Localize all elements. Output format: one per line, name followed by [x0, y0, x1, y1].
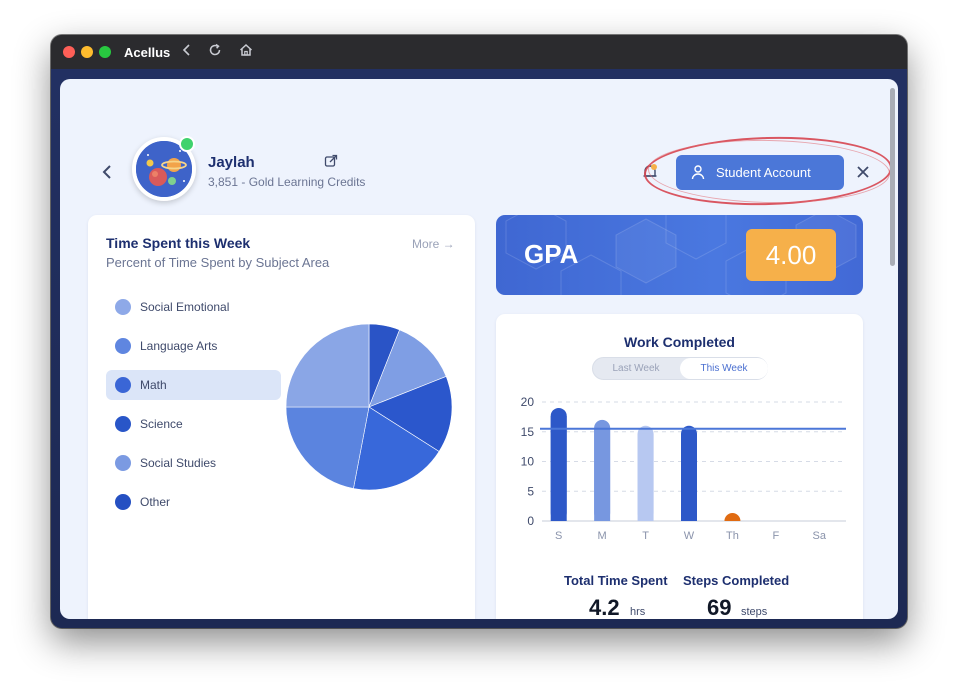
legend-label: Social Emotional — [140, 300, 230, 314]
y-tick-label: 0 — [527, 514, 534, 528]
back-arrow-icon[interactable] — [181, 42, 193, 61]
week-toggle: Last Week This Week — [592, 357, 768, 380]
x-tick-label: S — [555, 530, 562, 542]
x-tick-label: Th — [726, 530, 739, 542]
legend-color-dot — [115, 455, 131, 471]
legend-color-dot — [115, 299, 131, 315]
legend-item[interactable]: Social Studies — [106, 448, 281, 478]
last-week-tab[interactable]: Last Week — [593, 358, 679, 379]
total-time-label: Total Time Spent — [564, 573, 668, 588]
gpa-card: GPA 4.00 — [496, 215, 863, 295]
total-time-unit: hrs — [630, 606, 646, 618]
y-tick-label: 15 — [521, 425, 535, 439]
legend-label: Language Arts — [140, 339, 218, 353]
legend-item[interactable]: Social Emotional — [106, 292, 281, 322]
work-completed-title: Work Completed — [624, 334, 735, 350]
legend-label: Social Studies — [140, 456, 217, 470]
steps-completed-value: 69 — [707, 595, 732, 619]
bar-body — [550, 415, 567, 521]
learning-credits: 3,851 - Gold Learning Credits — [208, 175, 366, 189]
gpa-value: 4.00 — [746, 229, 836, 281]
steps-completed-label: Steps Completed — [683, 573, 790, 588]
legend-item[interactable]: Science — [106, 409, 281, 439]
app-title: Acellus — [124, 45, 171, 60]
work-completed-bar-chart: 0 5 10 15 20 S M T W Th F Sa — [521, 395, 846, 542]
legend-label: Math — [140, 378, 167, 392]
this-week-tab[interactable]: This Week — [680, 358, 768, 379]
gpa-label: GPA — [524, 239, 579, 269]
total-time-value: 4.2 — [589, 595, 620, 619]
scrollbar[interactable] — [890, 88, 895, 266]
legend-label: Other — [140, 495, 171, 509]
more-link[interactable]: More → — [412, 237, 455, 251]
x-tick-label: F — [772, 530, 779, 542]
home-icon[interactable] — [238, 42, 254, 61]
back-button[interactable] — [99, 161, 117, 183]
user-icon — [690, 164, 706, 180]
work-completed-card: Work Completed Last Week This Week 0 5 10 1… — [496, 314, 863, 619]
time-spent-pie-chart — [285, 323, 453, 491]
online-status-indicator — [179, 136, 195, 152]
bar-body — [637, 433, 654, 521]
time-spent-subtitle: Percent of Time Spent by Subject Area — [106, 255, 330, 270]
legend-color-dot — [115, 338, 131, 354]
close-window-button[interactable] — [63, 46, 75, 58]
legend-item[interactable]: Other — [106, 487, 281, 517]
time-spent-title: Time Spent this Week — [106, 235, 251, 251]
bar-body — [594, 427, 611, 521]
user-name: Jaylah — [208, 154, 255, 171]
student-account-button[interactable]: Student Account — [676, 155, 844, 190]
bar[interactable] — [724, 513, 741, 521]
y-tick-label: 20 — [521, 395, 535, 409]
y-tick-label: 10 — [521, 455, 535, 469]
y-tick-label: 5 — [527, 484, 534, 498]
notification-bell-icon[interactable] — [642, 163, 658, 181]
legend-item[interactable]: Math — [106, 370, 281, 400]
x-tick-label: Sa — [813, 530, 827, 542]
legend-label: Science — [140, 417, 183, 431]
legend-color-dot — [115, 494, 131, 510]
maximize-window-button[interactable] — [99, 46, 111, 58]
steps-completed-unit: steps — [741, 606, 768, 618]
legend-item[interactable]: Language Arts — [106, 331, 281, 361]
dashboard-panel: Jaylah 3,851 - Gold Learning Credits Stu… — [60, 79, 898, 619]
bar-body — [681, 433, 697, 521]
x-tick-label: T — [642, 530, 649, 542]
reload-icon[interactable] — [207, 42, 223, 61]
app-window: Acellus Jaylah 3,851 - Gold Learning Cre… — [51, 35, 907, 628]
legend-color-dot — [115, 377, 131, 393]
time-spent-card: Time Spent this Week Percent of Time Spe… — [88, 215, 475, 619]
title-bar: Acellus — [51, 35, 907, 69]
student-account-label: Student Account — [716, 165, 811, 180]
x-tick-label: M — [598, 530, 607, 542]
minimize-window-button[interactable] — [81, 46, 93, 58]
legend-color-dot — [115, 416, 131, 432]
pie-slice[interactable] — [285, 323, 370, 408]
close-icon[interactable] — [856, 165, 870, 179]
edit-profile-icon[interactable] — [324, 154, 338, 168]
x-tick-label: W — [684, 530, 695, 542]
